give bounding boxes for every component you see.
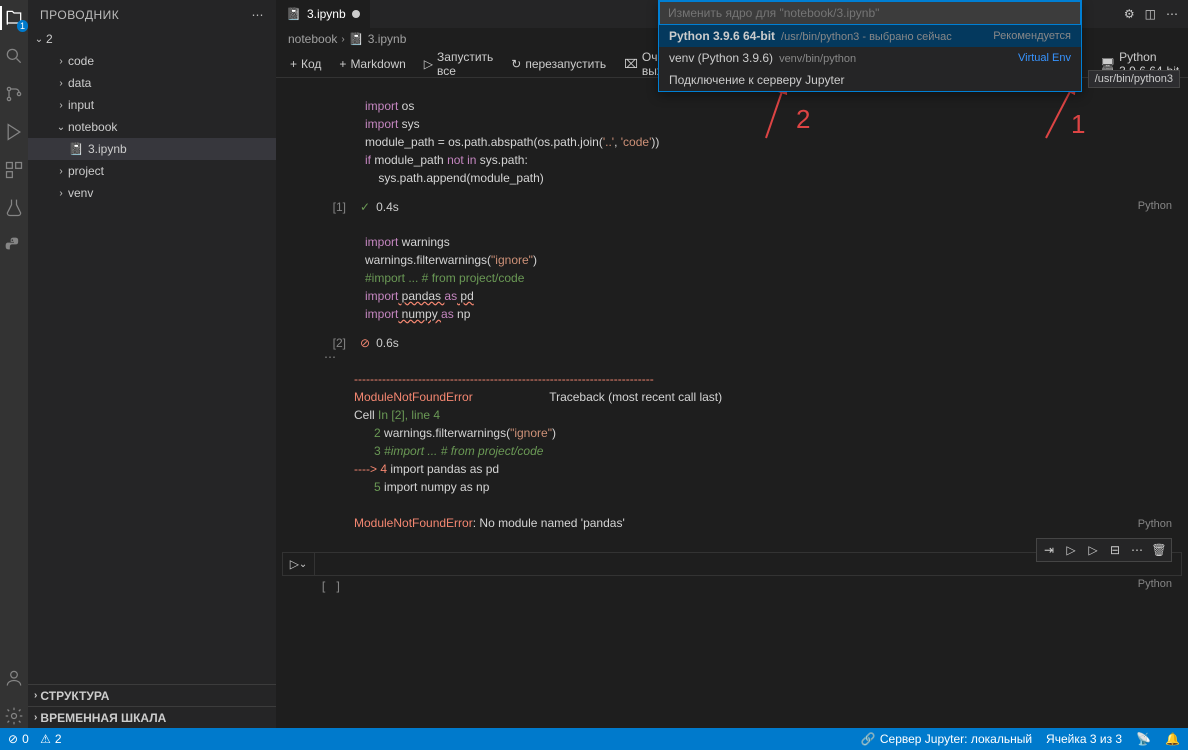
explorer-badge: 1	[17, 20, 28, 32]
code-cell[interactable]: import warnings warnings.filterwarnings(…	[282, 224, 1182, 532]
exec-count: [2]	[333, 336, 346, 350]
code-editor[interactable]: import warnings warnings.filterwarnings(…	[354, 224, 1182, 332]
execute-below-icon[interactable]: ▷	[1083, 541, 1103, 559]
more-icon[interactable]: ⋯	[1127, 541, 1147, 559]
gear-icon[interactable]: ⚙	[1124, 7, 1135, 21]
debug-icon[interactable]	[2, 120, 26, 144]
notebook-file-icon: 📓	[68, 142, 84, 156]
kernel-picker: Python 3.9.6 64-bit/usr/bin/python3 - вы…	[658, 0, 1082, 92]
error-icon: ⊘	[8, 732, 18, 746]
exec-count: [1]	[333, 200, 346, 214]
server-icon: 🖥	[1100, 57, 1115, 71]
notebook-body: import os import sys module_path = os.pa…	[276, 78, 1188, 728]
add-code-button[interactable]: + Код	[284, 55, 327, 73]
code-cell-active[interactable]: ⇥ ▷ ▷ ⊟ ⋯ 🗑 ▷ ⌄ Python [ ]	[282, 552, 1182, 594]
output-collapse[interactable]: ⋯	[324, 350, 1182, 364]
unsaved-dot-icon	[352, 10, 360, 18]
timeline-section[interactable]: › ВРЕМЕННАЯ ШКАЛА	[28, 706, 276, 728]
settings-icon[interactable]	[2, 704, 26, 728]
tree-item[interactable]: ›venv	[28, 182, 276, 204]
account-icon[interactable]	[2, 666, 26, 690]
cell-toolbar: ⇥ ▷ ▷ ⊟ ⋯ 🗑	[1036, 538, 1172, 562]
restart-button[interactable]: ↻ перезапустить	[505, 55, 612, 73]
tree-item[interactable]: ›data	[28, 72, 276, 94]
success-icon: ✓	[360, 200, 370, 214]
code-cell[interactable]: import os import sys module_path = os.pa…	[282, 88, 1182, 214]
warning-icon: ⚠	[40, 732, 51, 746]
file-tree: ⌄2 ›code ›data ›input ⌄notebook 📓3.ipynb…	[28, 26, 276, 684]
explorer-icon[interactable]: 1	[2, 6, 26, 30]
tree-root[interactable]: ⌄2	[28, 28, 276, 50]
run-cell-button[interactable]: ▷ ⌄	[283, 553, 315, 575]
tree-item[interactable]: ⌄notebook	[28, 116, 276, 138]
run-by-line-icon[interactable]: ⇥	[1039, 541, 1059, 559]
status-jupyter[interactable]: 🔗Сервер Jupyter: локальный	[861, 732, 1032, 746]
status-cell-position[interactable]: Ячейка 3 из 3	[1046, 732, 1122, 746]
kernel-option-selected[interactable]: Python 3.9.6 64-bit/usr/bin/python3 - вы…	[659, 25, 1081, 47]
cell-language[interactable]: Python	[1138, 518, 1172, 530]
exec-time: 0.4s	[376, 200, 399, 214]
execute-above-icon[interactable]: ▷	[1061, 541, 1081, 559]
kernel-option[interactable]: Подключение к серверу Jupyter	[659, 69, 1081, 91]
exec-count: [ ]	[320, 580, 342, 594]
tree-item[interactable]: ›project	[28, 160, 276, 182]
sidebar-more-icon[interactable]: ⋯	[252, 8, 265, 22]
exec-time: 0.6s	[376, 336, 399, 350]
code-editor[interactable]: import os import sys module_path = os.pa…	[354, 88, 1182, 196]
sidebar-title: ПРОВОДНИК⋯	[28, 0, 276, 26]
split-editor-icon[interactable]: ◫	[1145, 7, 1156, 21]
split-cell-icon[interactable]: ⊟	[1105, 541, 1125, 559]
cell-language[interactable]: Python	[1138, 200, 1172, 212]
search-icon[interactable]	[2, 44, 26, 68]
explorer-sidebar: ПРОВОДНИК⋯ ⌄2 ›code ›data ›input ⌄notebo…	[28, 0, 276, 728]
status-bar: ⊘0 ⚠2 🔗Сервер Jupyter: локальный Ячейка …	[0, 728, 1188, 750]
tree-item-selected[interactable]: 📓3.ipynb	[28, 138, 276, 160]
feedback-icon[interactable]: 📡	[1136, 732, 1151, 746]
more-icon[interactable]: ⋯	[1166, 7, 1178, 21]
cell-language[interactable]: Python	[1138, 578, 1172, 590]
notebook-file-icon: 📓	[349, 32, 364, 46]
python-icon[interactable]	[2, 234, 26, 258]
status-errors[interactable]: ⊘0 ⚠2	[8, 732, 62, 746]
kernel-option[interactable]: venv (Python 3.9.6)venv/bin/python Virtu…	[659, 47, 1081, 69]
cell-output: ----------------------------------------…	[354, 370, 1182, 532]
outline-section[interactable]: › СТРУКТУРА	[28, 684, 276, 706]
delete-cell-icon[interactable]: 🗑	[1149, 541, 1169, 559]
scm-icon[interactable]	[2, 82, 26, 106]
tab-label: 3.ipynb	[307, 7, 346, 21]
link-icon: 🔗	[861, 732, 876, 746]
testing-icon[interactable]	[2, 196, 26, 220]
error-icon: ⊘	[360, 336, 370, 350]
tree-item[interactable]: ›input	[28, 94, 276, 116]
kernel-indicator[interactable]: 🖥 Python 3.9.6 64-bit /usr/bin/python3	[1100, 50, 1180, 78]
add-markdown-button[interactable]: + Markdown	[333, 55, 411, 73]
editor-area: 📓 3.ipynb ⚙ ◫ ⋯ notebook› 📓3.ipynb + Код…	[276, 0, 1188, 728]
extensions-icon[interactable]	[2, 158, 26, 182]
bell-icon[interactable]: 🔔	[1165, 732, 1180, 746]
tree-item[interactable]: ›code	[28, 50, 276, 72]
tab-notebook[interactable]: 📓 3.ipynb	[276, 0, 371, 28]
notebook-file-icon: 📓	[286, 7, 301, 21]
activity-bar: 1	[0, 0, 28, 728]
run-all-button[interactable]: ▷ Запустить все	[418, 48, 499, 80]
kernel-search-input[interactable]	[659, 1, 1081, 25]
